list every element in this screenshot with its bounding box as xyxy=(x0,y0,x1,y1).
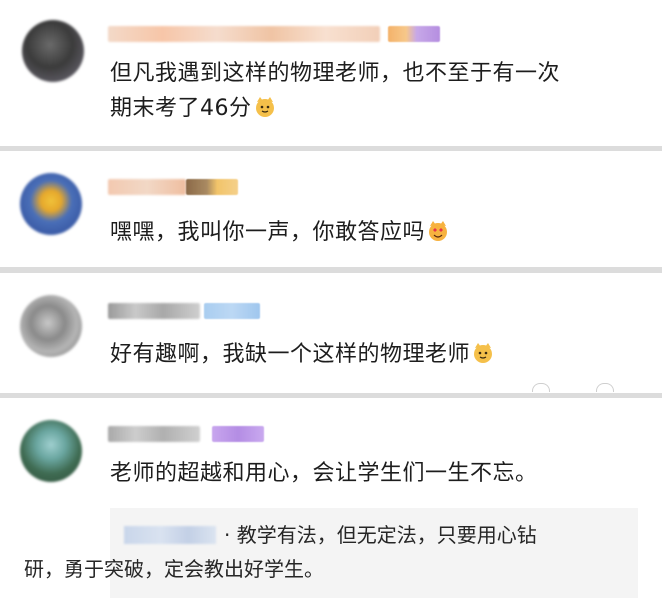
reply-text-line1: · 教学有法，但无定法，只要用心钻 xyxy=(224,523,537,547)
comment-card[interactable]: 但凡我遇到这样的物理老师，也不至于有一次 期末考了46分 xyxy=(0,0,662,146)
reply-text-line2: 研，勇于突破，定会教出好学生。 xyxy=(24,557,324,581)
cat-face-emoji-icon xyxy=(255,97,274,117)
user-badge xyxy=(212,426,264,442)
reply-text: · 教学有法，但无定法，只要用心钻 研，勇于突破，定会教出好学生。 xyxy=(24,518,624,586)
comment-text: 嘿嘿，我叫你一声，你敢答应吗 xyxy=(110,215,449,250)
comment-text-body: 好有趣啊，我缺一个这样的物理老师 xyxy=(110,342,471,367)
comment-card[interactable]: 好有趣啊，我缺一个这样的物理老师 xyxy=(0,273,662,393)
comment-text-line1: 但凡我遇到这样的物理老师，也不至于有一次 xyxy=(110,61,561,86)
user-avatar[interactable] xyxy=(20,295,82,357)
comment-card[interactable]: 老师的超越和用心，会让学生们一生不忘。 · 教学有法，但无定法，只要用心钻 研，… xyxy=(0,398,662,600)
more-icon[interactable] xyxy=(596,383,614,392)
comment-text-line2: 期末考了46分 xyxy=(110,96,252,121)
username[interactable] xyxy=(108,426,200,442)
username[interactable] xyxy=(108,179,186,195)
user-badge xyxy=(388,26,440,42)
comment-text: 但凡我遇到这样的物理老师，也不至于有一次 期末考了46分 xyxy=(110,56,560,126)
reply-box[interactable]: · 教学有法，但无定法，只要用心钻 研，勇于突破，定会教出好学生。 xyxy=(24,508,638,598)
user-avatar[interactable] xyxy=(20,420,82,482)
like-icon[interactable] xyxy=(532,383,550,392)
username[interactable] xyxy=(108,303,200,319)
user-avatar[interactable] xyxy=(20,173,82,235)
comment-card[interactable]: 嘿嘿，我叫你一声，你敢答应吗 xyxy=(0,151,662,267)
user-avatar[interactable] xyxy=(22,20,84,82)
user-badge xyxy=(204,303,260,319)
user-badge xyxy=(186,179,238,195)
heart-eyes-cat-emoji-icon xyxy=(429,221,448,241)
comment-text-body: 嘿嘿，我叫你一声，你敢答应吗 xyxy=(110,220,426,245)
cat-face-emoji-icon xyxy=(474,343,493,363)
username[interactable] xyxy=(108,26,380,42)
comment-text: 好有趣啊，我缺一个这样的物理老师 xyxy=(110,337,494,372)
comment-text: 老师的超越和用心，会让学生们一生不忘。 xyxy=(110,461,538,486)
